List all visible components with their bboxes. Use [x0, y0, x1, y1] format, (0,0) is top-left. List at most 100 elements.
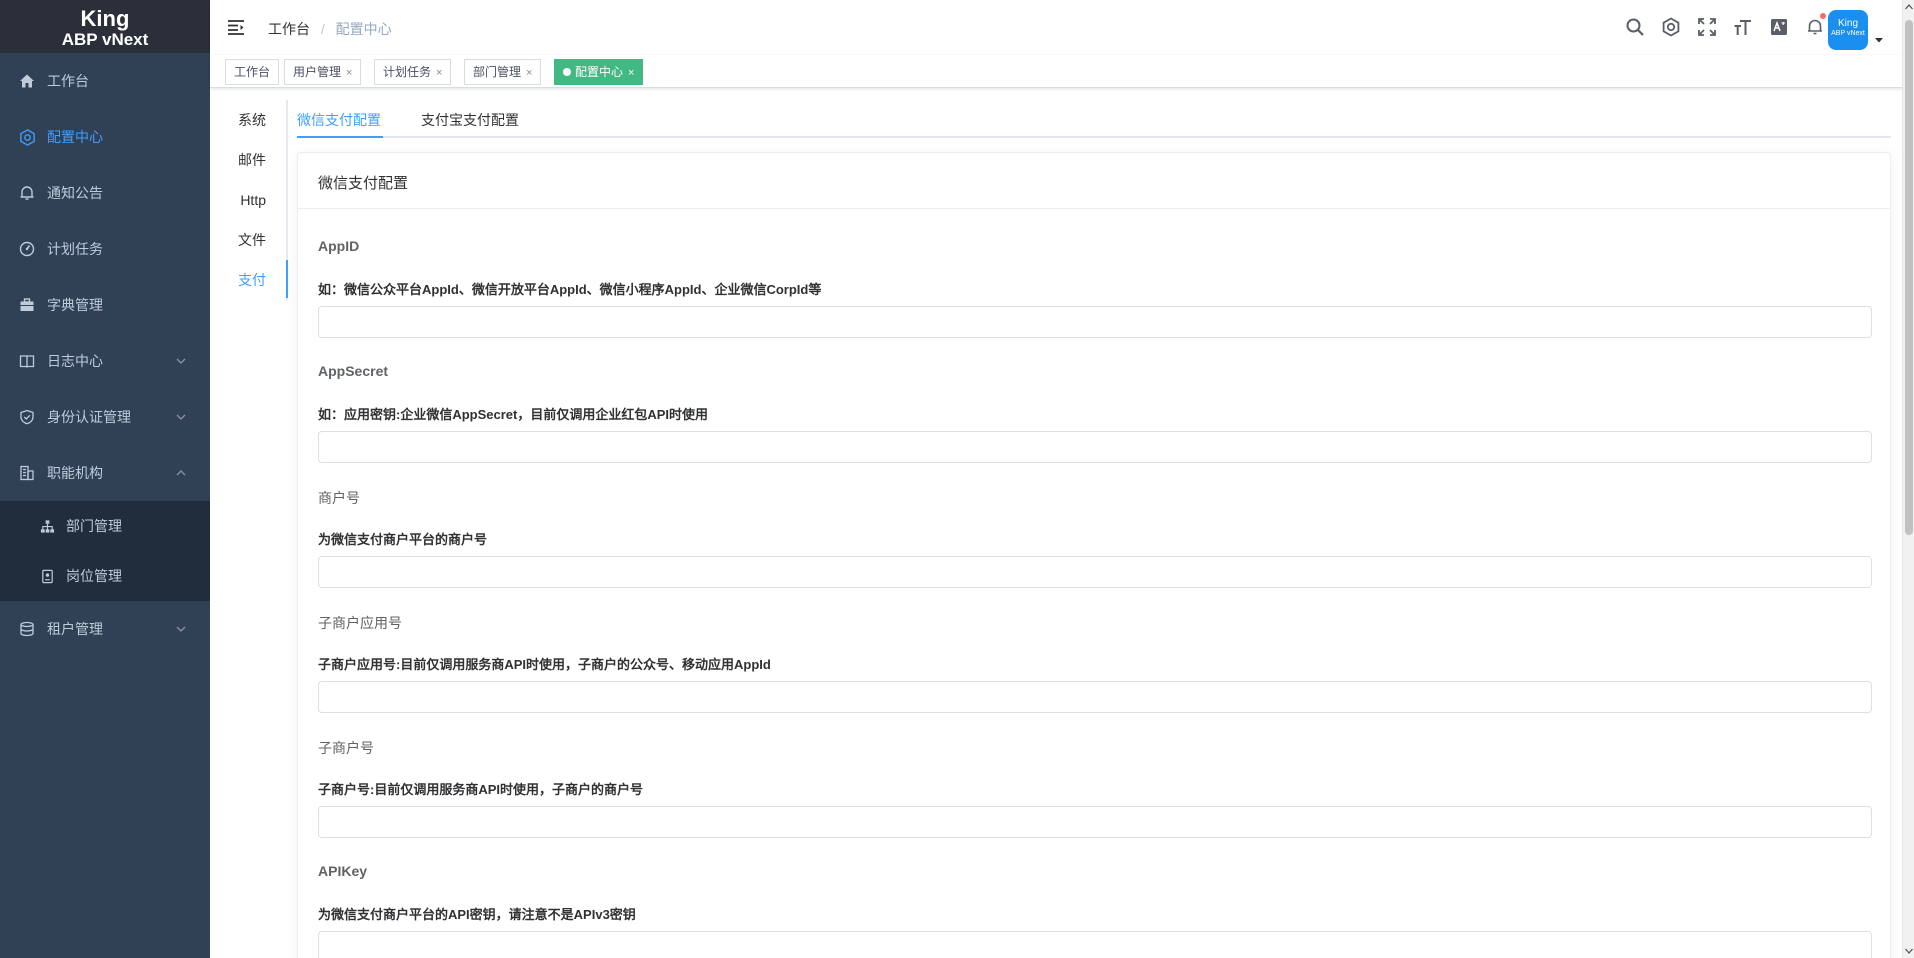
tab-payment[interactable]: 支付 [226, 260, 288, 300]
active-tag-dot [563, 68, 571, 76]
fullscreen-icon[interactable] [1696, 16, 1718, 38]
sidebar-item-label: 日志中心 [47, 353, 103, 369]
tab-file[interactable]: 文件 [226, 220, 288, 260]
sidebar-item-label: 计划任务 [47, 241, 103, 257]
tag-user-management[interactable]: 用户管理 × [284, 59, 362, 85]
breadcrumb-current: 配置中心 [335, 21, 392, 37]
tags-view: 工作台 用户管理 × 计划任务 × 部门管理 × 配置中心 × [210, 55, 1904, 88]
org-chart-icon [39, 518, 55, 534]
search-icon[interactable] [1624, 16, 1646, 38]
chevron-down-icon [176, 626, 186, 632]
scroll-up-icon[interactable] [1905, 4, 1913, 10]
sidebar-item-label: 身份认证管理 [47, 409, 131, 425]
sidebar-item-label: 工作台 [47, 73, 89, 89]
payment-tabs-active-bar [297, 136, 383, 138]
field-description: 如：应用密钥:企业微信AppSecret，目前仅调用企业红包API时使用 [318, 407, 709, 422]
sidebar-item-workbench[interactable]: 工作台 [0, 53, 210, 109]
field-description: 子商户应用号:目前仅调用服务商API时使用，子商户的公众号、移动应用AppId [318, 657, 771, 672]
navbar-tools [1624, 13, 1826, 38]
tab-email[interactable]: 邮件 [226, 140, 288, 180]
field-label: 商户号 [318, 490, 360, 506]
field-description: 如：微信公众平台AppId、微信开放平台AppId、微信小程序AppId、企业微… [318, 282, 822, 297]
chevron-up-icon [176, 470, 186, 476]
sidebar-item-departments[interactable]: 部门管理 [0, 501, 210, 551]
field-label: AppSecret [318, 363, 389, 379]
sidebar-item-logs[interactable]: 日志中心 [0, 333, 210, 389]
field-merchant-id: 商户号 为微信支付商户平台的商户号 [318, 459, 1872, 588]
sidebar-item-notices[interactable]: 通知公告 [0, 165, 210, 221]
notification-dot [1820, 13, 1826, 19]
settings-icon [18, 128, 36, 146]
avatar-line1: King [1837, 18, 1858, 29]
tag-scheduled-tasks[interactable]: 计划任务 × [374, 59, 452, 85]
sidebar-item-organization[interactable]: 职能机构 [0, 445, 210, 501]
field-sub-appid: 子商户应用号 子商户应用号:目前仅调用服务商API时使用，子商户的公众号、移动应… [318, 584, 1872, 713]
field-apikey: APIKey 为微信支付商户平台的API密钥，请注意不是APIv3密钥 [318, 834, 1872, 958]
sidebar-item-label: 通知公告 [47, 185, 103, 201]
chevron-down-icon [176, 414, 186, 420]
tab-wechat-pay[interactable]: 微信支付配置 [297, 110, 381, 130]
field-label: AppID [318, 238, 360, 254]
hamburger-icon[interactable] [226, 17, 246, 37]
gear-icon[interactable] [1660, 16, 1682, 38]
field-description: 为微信支付商户平台的商户号 [318, 532, 488, 547]
scrollbar-thumb[interactable] [1905, 20, 1913, 535]
tag-close-icon[interactable]: × [526, 67, 532, 79]
submenu-organization: 部门管理 岗位管理 [0, 501, 210, 601]
tab-alipay[interactable]: 支付宝支付配置 [421, 110, 519, 130]
tag-close-icon[interactable]: × [628, 67, 634, 79]
language-icon[interactable] [1768, 16, 1790, 38]
tag-label: 配置中心 [575, 65, 624, 79]
sidebar-item-label: 字典管理 [47, 297, 103, 313]
sidebar-item-config-center[interactable]: 配置中心 [0, 109, 210, 165]
app-root: King ABP vNext 工作台 配置中心 通知公告 计划任务 字典管理 日… [0, 0, 1914, 958]
sidebar-item-positions[interactable]: 岗位管理 [0, 551, 210, 601]
sidebar-item-label: 租户管理 [47, 621, 103, 637]
page-scrollbar[interactable] [1902, 0, 1914, 958]
field-appid: AppID 如：微信公众平台AppId、微信开放平台AppId、微信小程序App… [318, 209, 1872, 338]
breadcrumb-separator: / [320, 21, 325, 37]
caret-down-icon[interactable] [1874, 36, 1884, 44]
settings-side-tabs: 系统 邮件 Http 文件 支付 [226, 100, 288, 300]
building-icon [18, 464, 36, 482]
clock-icon [18, 240, 36, 258]
logo-subtitle: ABP vNext [61, 30, 149, 49]
database-icon [18, 620, 36, 638]
tag-departments[interactable]: 部门管理 × [464, 59, 542, 85]
sidebar-item-label: 岗位管理 [66, 568, 122, 584]
side-tabs-active-bar [286, 260, 288, 298]
tag-close-icon[interactable]: × [436, 67, 442, 79]
navbar: 工作台 / 配置中心 King ABP vNext [210, 0, 1904, 55]
wechat-pay-card: 微信支付配置 AppID 如：微信公众平台AppId、微信开放平台AppId、微… [297, 152, 1891, 958]
notification-bell-icon[interactable] [1804, 13, 1826, 38]
sidebar-item-scheduled-tasks[interactable]: 计划任务 [0, 221, 210, 277]
breadcrumb: 工作台 / 配置中心 [268, 19, 392, 39]
badge-icon [39, 568, 55, 584]
avatar[interactable]: King ABP vNext [1828, 10, 1868, 50]
tab-system[interactable]: 系统 [226, 100, 288, 140]
breadcrumb-workbench[interactable]: 工作台 [268, 21, 310, 37]
sidebar-item-label: 职能机构 [47, 465, 103, 481]
field-description: 为微信支付商户平台的API密钥，请注意不是APIv3密钥 [318, 907, 636, 922]
tag-config-center[interactable]: 配置中心 × [554, 59, 644, 85]
tag-label: 部门管理 [473, 65, 522, 79]
tab-http[interactable]: Http [226, 180, 288, 220]
logo[interactable]: King ABP vNext [0, 0, 210, 53]
scroll-down-icon[interactable] [1905, 948, 1913, 954]
sidebar-item-tenants[interactable]: 租户管理 [0, 601, 210, 657]
bell-icon [18, 184, 36, 202]
tag-workbench[interactable]: 工作台 [225, 59, 280, 85]
shield-icon [18, 408, 36, 426]
tag-close-icon[interactable]: × [346, 67, 352, 79]
field-label: APIKey [318, 863, 368, 879]
book-icon [18, 352, 36, 370]
briefcase-icon [18, 296, 36, 314]
tag-label: 用户管理 [293, 65, 342, 79]
sidebar-item-identity[interactable]: 身份认证管理 [0, 389, 210, 445]
payment-tabs: 微信支付配置 支付宝支付配置 [297, 100, 1891, 138]
apikey-input[interactable] [318, 931, 1872, 958]
sidebar-item-dictionary[interactable]: 字典管理 [0, 277, 210, 333]
field-description: 子商户号:目前仅调用服务商API时使用，子商户的商户号 [318, 782, 644, 797]
sidebar-item-label: 配置中心 [47, 129, 103, 145]
font-size-icon[interactable] [1732, 16, 1754, 38]
